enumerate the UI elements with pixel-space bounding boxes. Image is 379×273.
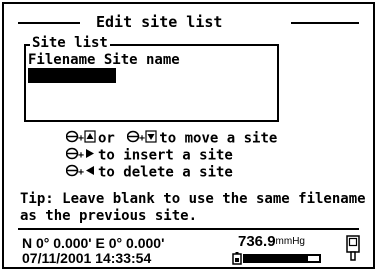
key-combo-left-icon: + <box>65 164 96 181</box>
tip-text: Tip: Leave blank to use the same filenam… <box>20 191 366 224</box>
barometric-pressure: 736.9mmHg <box>238 234 305 250</box>
pressure-unit: mmHg <box>275 236 305 247</box>
hint-delete-text: to delete a site <box>98 164 233 181</box>
hint-insert-text: to insert a site <box>98 147 233 164</box>
title-bar: Edit site list <box>18 12 359 32</box>
svg-text:+: + <box>78 150 84 160</box>
window-title: Edit site list <box>96 13 223 31</box>
key-combo-right-icon: + <box>65 147 96 164</box>
site-list-columns: Filename Site name <box>28 52 180 68</box>
hint-delete: + to delete a site <box>65 164 233 181</box>
hint-move: + or + to move a site <box>65 130 278 147</box>
title-rule-left <box>18 22 80 24</box>
svg-text:+: + <box>139 133 145 143</box>
svg-text:+: + <box>78 133 84 143</box>
title-rule-right <box>291 22 359 24</box>
battery-level-bar <box>243 254 321 263</box>
site-list-label: Site list <box>30 35 110 51</box>
site-list-box[interactable]: Site list Filename Site name <box>24 35 279 122</box>
key-combo-up-icon: + <box>65 130 96 147</box>
hint-move-or: or <box>98 130 115 147</box>
battery-icon <box>232 252 242 270</box>
gps-coordinates: N 0° 0.000' E 0° 0.000' <box>22 235 165 251</box>
battery-level-fill <box>245 256 308 261</box>
device-icon <box>346 235 360 266</box>
site-list-selected-row[interactable] <box>28 68 116 83</box>
status-bar: N 0° 0.000' E 0° 0.000' 07/11/2001 14:33… <box>18 228 360 266</box>
pressure-value: 736.9 <box>238 233 276 250</box>
hint-move-text: to move a site <box>159 130 278 147</box>
device-screen: Edit site list Site list Filename Site n… <box>2 2 375 269</box>
svg-text:+: + <box>78 167 84 177</box>
date-time: 07/11/2001 14:33:54 <box>22 250 152 266</box>
hint-insert: + to insert a site <box>65 147 233 164</box>
key-combo-down-icon: + <box>127 130 157 147</box>
